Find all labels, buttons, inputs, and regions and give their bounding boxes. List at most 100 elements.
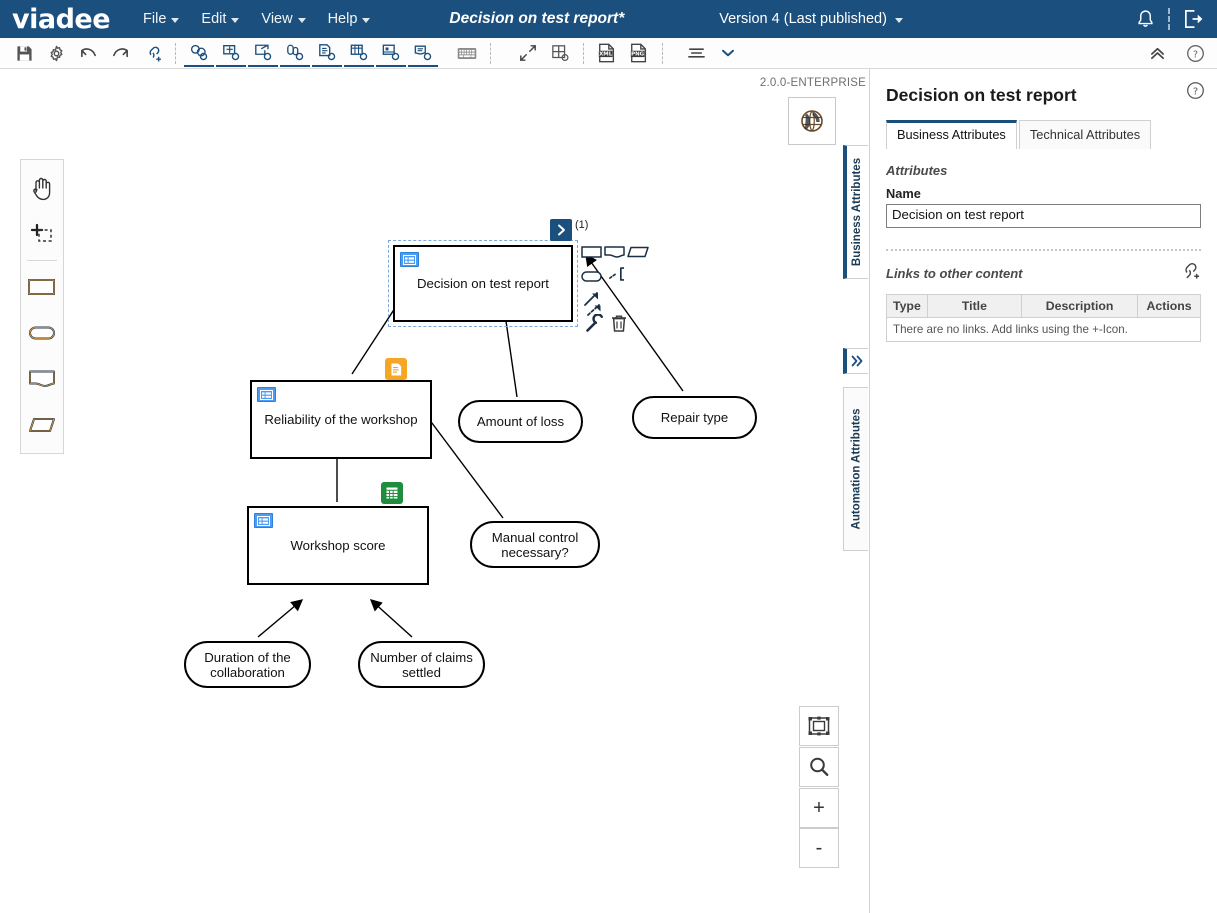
create-input-data-button[interactable] <box>280 39 310 67</box>
palette-create-input-data[interactable] <box>21 310 63 356</box>
attributes-heading: Attributes <box>886 163 948 178</box>
node-decision-on-test-report[interactable]: Decision on test report <box>393 245 573 322</box>
zoom-in-button[interactable]: + <box>799 788 839 828</box>
add-link-button[interactable] <box>1178 261 1201 286</box>
node-amount-of-loss[interactable]: Amount of loss <box>458 400 583 443</box>
expand-panel-button[interactable] <box>843 348 868 374</box>
menu-help[interactable]: Help <box>317 0 382 38</box>
decision-table-marker[interactable] <box>381 482 403 504</box>
toolbar-help-button[interactable]: ? <box>1180 40 1210 68</box>
save-icon <box>16 45 32 61</box>
svg-text:?: ? <box>1192 49 1197 60</box>
align-elements-button[interactable] <box>681 39 711 67</box>
svg-text:XML: XML <box>599 52 613 58</box>
name-input[interactable] <box>886 204 1201 228</box>
menu-view[interactable]: View <box>250 0 316 38</box>
vtab-automation-attributes[interactable]: Automation Attributes <box>843 387 868 551</box>
node-workshop-score[interactable]: Workshop score <box>247 506 429 585</box>
globe-icon <box>801 110 823 132</box>
menu-file[interactable]: File <box>132 0 190 38</box>
logout-button[interactable] <box>1177 3 1209 35</box>
append-input-data-action[interactable] <box>581 266 603 286</box>
append-text-annotation-action[interactable] <box>608 264 630 284</box>
png-export-icon: PNG <box>630 43 647 63</box>
language-globe-button[interactable] <box>788 97 836 145</box>
literal-expression-button[interactable] <box>312 39 342 67</box>
add-link-button[interactable] <box>137 39 167 67</box>
create-decision-button[interactable] <box>184 39 214 67</box>
boxed-context-button[interactable] <box>376 39 406 67</box>
zoom-out-button[interactable]: - <box>799 828 839 868</box>
palette-hand-tool[interactable] <box>21 165 63 211</box>
palette-create-knowledge-source[interactable] <box>21 356 63 402</box>
vtab-business-attributes[interactable]: Business Attributes <box>843 145 868 279</box>
append-business-knowledge-model-action[interactable] <box>627 242 649 262</box>
knowledge-source-shape-icon <box>604 246 625 258</box>
keyboard-shortcuts-button[interactable] <box>452 39 482 67</box>
palette-create-decision[interactable] <box>21 264 63 310</box>
collapse-toolbar-button[interactable] <box>1142 40 1172 68</box>
node-duration-of-the-collaboration[interactable]: Duration of the collaboration <box>184 641 311 688</box>
node-repair-type[interactable]: Repair type <box>632 396 757 439</box>
boxed-context-icon <box>382 44 400 61</box>
align-dropdown-button[interactable] <box>713 39 743 67</box>
node-number-of-claims-settled[interactable]: Number of claims settled <box>358 641 485 688</box>
toolbar-divider <box>583 42 584 64</box>
import-decision-button[interactable] <box>216 39 246 67</box>
palette-create-business-knowledge-model[interactable] <box>21 402 63 448</box>
delete-element-action[interactable] <box>608 313 630 333</box>
node-manual-control-necessary[interactable]: Manual control necessary? <box>470 521 600 568</box>
links-section-header: Links to other content <box>886 261 1201 286</box>
export-png-button[interactable]: PNG <box>624 39 654 67</box>
layout-button[interactable] <box>545 39 575 67</box>
notifications-button[interactable] <box>1129 3 1161 35</box>
bell-icon <box>1137 10 1153 27</box>
app-header: viadee File Edit View Help Decision on t… <box>0 0 1217 38</box>
fit-viewport-button[interactable] <box>799 706 839 746</box>
append-knowledge-source-action[interactable] <box>604 242 626 262</box>
panel-help-button[interactable]: ? <box>1186 81 1205 105</box>
tab-technical-attributes[interactable]: Technical Attributes <box>1018 120 1152 149</box>
table-icon <box>385 486 399 500</box>
fit-viewport-icon <box>808 716 830 736</box>
fullscreen-button[interactable] <box>513 39 543 67</box>
diagram-canvas[interactable]: 2.0.0-ENTERPRISE Decision on test report… <box>0 69 869 913</box>
brand-logo[interactable]: viadee <box>12 6 111 33</box>
external-decision-button[interactable] <box>248 39 278 67</box>
version-selector[interactable]: Version 4 (Last published) <box>719 11 903 27</box>
vertical-tab-strip: Business Attributes Automation Attribute… <box>843 69 869 913</box>
main-toolbar: XML PNG ? <box>0 38 1217 69</box>
export-xml-button[interactable]: XML <box>592 39 622 67</box>
change-type-action[interactable] <box>584 313 606 333</box>
decision-icon <box>190 44 208 61</box>
decision-table-button[interactable] <box>344 39 374 67</box>
node-reliability-of-the-workshop[interactable]: Reliability of the workshop <box>250 380 432 459</box>
decision-table-icon <box>350 44 368 61</box>
node-label: Number of claims settled <box>370 649 473 680</box>
zoom-reset-button[interactable] <box>799 747 839 787</box>
menu-edit[interactable]: Edit <box>190 0 250 38</box>
undo-button[interactable] <box>73 39 103 67</box>
menu-help-label: Help <box>327 11 358 27</box>
literal-expression-marker[interactable] <box>385 358 407 380</box>
save-button[interactable] <box>9 39 39 67</box>
svg-text:PNG: PNG <box>631 52 645 58</box>
element-palette <box>20 159 64 454</box>
tab-business-attributes[interactable]: Business Attributes <box>886 120 1017 149</box>
help-circle-icon: ? <box>1186 45 1204 62</box>
node-label: Duration of the collaboration <box>204 649 291 680</box>
link-add-icon <box>1185 262 1200 279</box>
link-add-icon <box>148 46 161 62</box>
settings-button[interactable] <box>41 39 71 67</box>
node-label: Reliability of the workshop <box>264 412 418 427</box>
context-pad-toggle-button[interactable] <box>550 219 572 241</box>
gear-icon <box>50 45 62 61</box>
align-icon <box>687 48 705 58</box>
input-data-icon <box>287 44 304 61</box>
redo-button[interactable] <box>105 39 135 67</box>
palette-lasso-tool[interactable] <box>21 211 63 257</box>
links-col-actions: Actions <box>1137 294 1201 318</box>
hand-icon <box>33 177 51 201</box>
knowledge-source-button[interactable] <box>408 39 438 67</box>
append-decision-action[interactable] <box>581 242 603 262</box>
